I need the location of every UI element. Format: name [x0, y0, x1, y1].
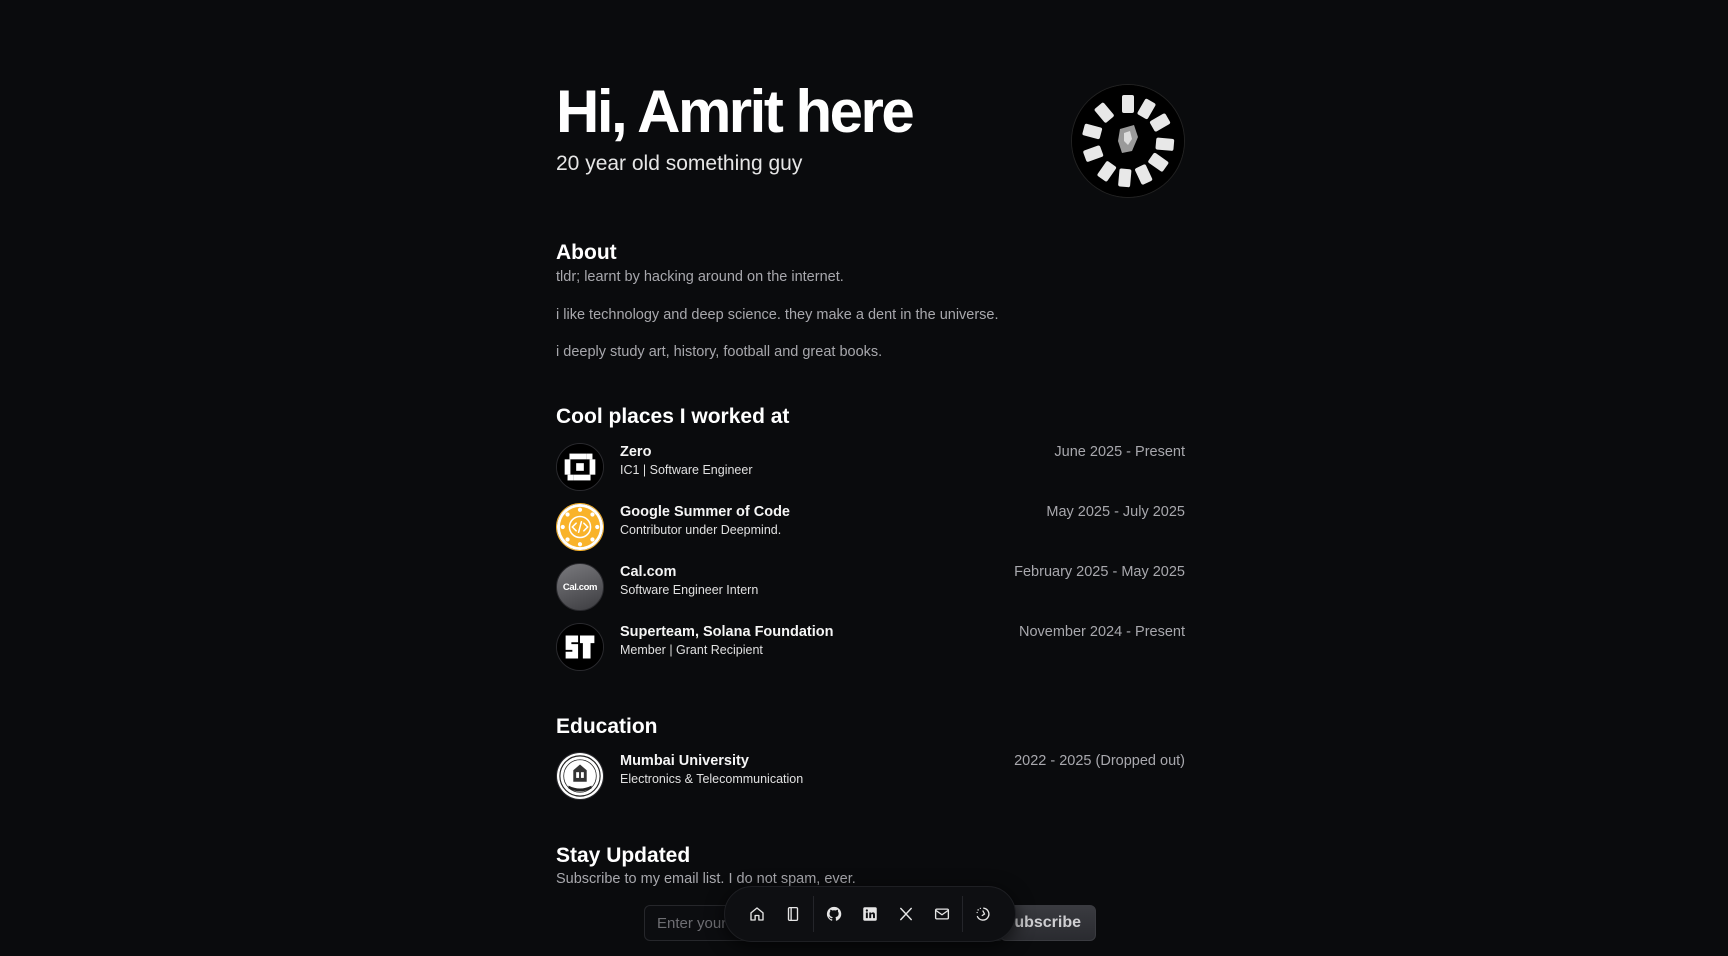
work-heading: Cool places I worked at — [556, 405, 790, 428]
about-paragraph-2: i like technology and deep science. they… — [556, 307, 999, 323]
about-heading: About — [556, 241, 617, 264]
work-item-role: Software Engineer Intern — [620, 583, 759, 597]
work-item-name: Zero — [620, 444, 652, 460]
work-item-name: Cal.com — [620, 564, 677, 580]
work-item-dates: November 2024 - Present — [1018, 624, 1185, 640]
education-item-role: Electronics & Telecommunication — [620, 772, 804, 786]
mail-icon — [934, 908, 950, 920]
hero-title: Hi, Amrit here — [556, 78, 915, 145]
dock-theme-toggle-button[interactable] — [969, 898, 997, 930]
education-heading: Education — [556, 715, 658, 738]
calcom-logo-icon: Cal.com — [556, 563, 604, 611]
dock-email-button[interactable] — [928, 898, 956, 930]
theme-toggle-icon — [976, 907, 990, 921]
gsoc-logo-icon — [556, 503, 604, 551]
dock-separator — [962, 896, 963, 932]
work-item-dates: February 2025 - May 2025 — [1014, 564, 1185, 580]
floating-dock — [724, 886, 1016, 942]
github-icon — [826, 906, 842, 921]
education-item-name: Mumbai University — [620, 753, 749, 769]
avatar — [1072, 85, 1184, 197]
education-item-dates: 2022 - 2025 (Dropped out) — [1014, 753, 1185, 769]
work-item-gsoc[interactable]: Google Summer of Code Contributor under … — [556, 503, 1185, 553]
dock-linkedin-button[interactable] — [856, 898, 884, 930]
newsletter-heading: Stay Updated — [556, 844, 691, 867]
zero-logo-icon — [556, 443, 604, 491]
about-paragraph-1: tldr; learnt by hacking around on the in… — [556, 269, 844, 285]
education-item-mumbai-university[interactable]: Mumbai University Electronics & Telecomm… — [556, 752, 1185, 802]
work-item-role: Contributor under Deepmind. — [620, 523, 782, 537]
work-item-zero[interactable]: Zero IC1 | Software Engineer June 2025 -… — [556, 443, 1185, 493]
dock-x-button[interactable] — [892, 898, 920, 930]
linkedin-icon — [863, 907, 877, 921]
superteam-logo-icon — [556, 623, 604, 671]
work-item-superteam[interactable]: Superteam, Solana Foundation Member | Gr… — [556, 623, 1185, 673]
work-item-role: Member | Grant Recipient — [620, 643, 763, 657]
work-item-name: Google Summer of Code — [620, 504, 790, 520]
dock-home-button[interactable] — [743, 898, 771, 930]
dock-github-button[interactable] — [820, 898, 848, 930]
work-item-calcom[interactable]: Cal.com Cal.com Software Engineer Intern… — [556, 563, 1185, 613]
hero-subtitle: 20 year old something guy — [556, 152, 803, 175]
work-item-name: Superteam, Solana Foundation — [620, 624, 834, 640]
x-icon — [900, 907, 912, 921]
notebook-icon — [787, 906, 799, 922]
work-item-dates: May 2025 - July 2025 — [1046, 504, 1185, 520]
dock-separator — [813, 896, 814, 932]
work-item-role: IC1 | Software Engineer — [620, 463, 753, 477]
mumbai-university-seal-icon — [556, 752, 604, 800]
home-icon — [750, 907, 764, 921]
calcom-logo-text: Cal.com — [562, 581, 598, 593]
work-item-dates: June 2025 - Present — [1054, 444, 1185, 460]
dock-blog-button[interactable] — [779, 898, 807, 930]
about-paragraph-3: i deeply study art, history, football an… — [556, 344, 883, 360]
avatar-image — [1072, 85, 1184, 197]
